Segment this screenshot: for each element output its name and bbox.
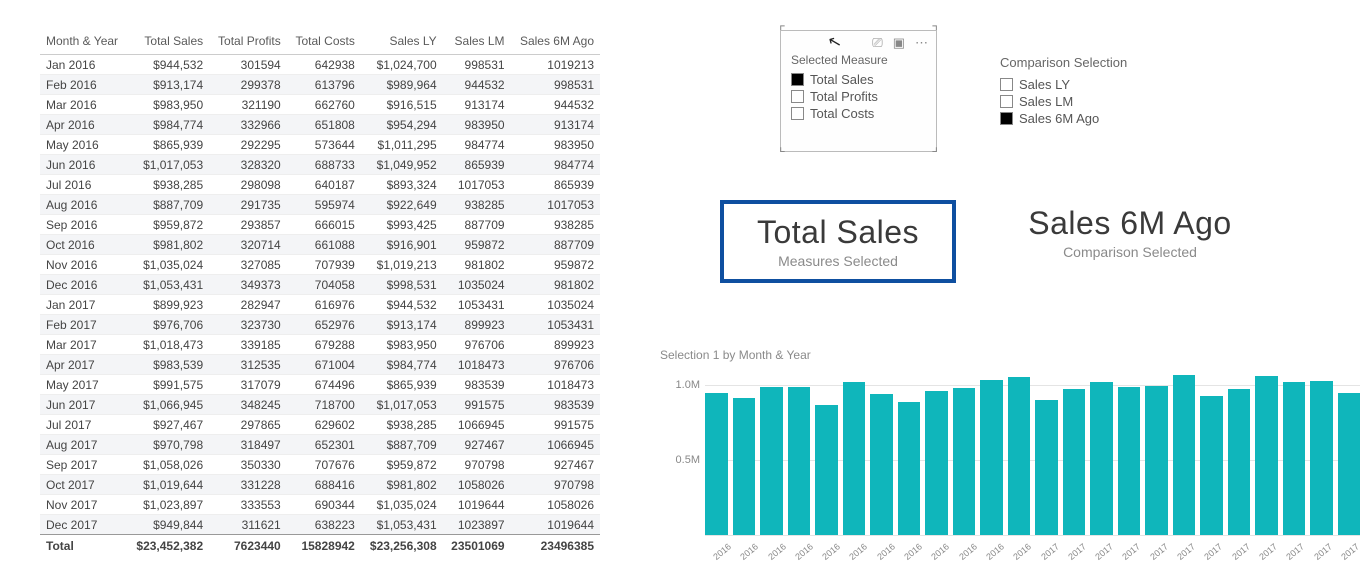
measures-selected-card[interactable]: Total Sales Measures Selected: [720, 200, 956, 283]
table-row[interactable]: Nov 2016$1,035,024327085707939$1,019,213…: [40, 255, 600, 275]
y-axis-tick: 0.5M: [660, 454, 700, 466]
chart-bar[interactable]: [815, 405, 838, 535]
y-axis-tick: 1.0M: [660, 379, 700, 391]
table-row[interactable]: Sep 2016$959,872293857666015$993,4258877…: [40, 215, 600, 235]
table-row[interactable]: Dec 2016$1,053,431349373704058$998,53110…: [40, 275, 600, 295]
table-row[interactable]: Jan 2016$944,532301594642938$1,024,70099…: [40, 55, 600, 75]
table-row[interactable]: Apr 2017$983,539312535671004$984,7741018…: [40, 355, 600, 375]
chart-bar[interactable]: [760, 387, 783, 535]
selection-handle[interactable]: ⌝: [931, 23, 938, 40]
table-row[interactable]: Mar 2017$1,018,473339185679288$983,95097…: [40, 335, 600, 355]
card-label: Measures Selected: [728, 253, 948, 269]
slicer-option[interactable]: Sales LM: [1000, 93, 1190, 110]
slicer-option[interactable]: Total Sales: [791, 71, 926, 88]
table-row[interactable]: Aug 2017$970,798318497652301$887,7099274…: [40, 435, 600, 455]
table-row[interactable]: Jun 2017$1,066,945348245718700$1,017,053…: [40, 395, 600, 415]
total-cell: 23496385: [511, 535, 600, 556]
chart-bar[interactable]: [1063, 389, 1086, 536]
table-row[interactable]: Oct 2017$1,019,644331228688416$981,80210…: [40, 475, 600, 495]
slicer-title: Selected Measure: [781, 51, 936, 71]
bar-chart[interactable]: 0.5M1.0M 2016201620162016201620162016201…: [660, 370, 1360, 570]
table-row[interactable]: Sep 2017$1,058,026350330707676$959,87297…: [40, 455, 600, 475]
chart-bar[interactable]: [1118, 387, 1141, 535]
chart-bar[interactable]: [1035, 400, 1058, 535]
column-header[interactable]: Sales LM: [443, 30, 511, 55]
chart-title: Selection 1 by Month & Year: [660, 348, 811, 362]
table-row[interactable]: Aug 2016$887,709291735595974$922,6499382…: [40, 195, 600, 215]
column-header[interactable]: Month & Year: [40, 30, 127, 55]
checkbox-icon: [791, 90, 804, 103]
selection-handle[interactable]: ⌜: [779, 23, 786, 40]
table-row[interactable]: Jul 2017$927,467297865629602$938,2851066…: [40, 415, 600, 435]
chart-bar[interactable]: [1173, 375, 1196, 535]
table-row[interactable]: Nov 2017$1,023,897333553690344$1,035,024…: [40, 495, 600, 515]
selection-handle[interactable]: ⌟: [931, 138, 938, 155]
total-cell: $23,256,308: [361, 535, 443, 556]
column-header[interactable]: Sales LY: [361, 30, 443, 55]
chart-bar[interactable]: [1090, 382, 1113, 535]
chart-bar[interactable]: [1310, 381, 1333, 535]
focus-mode-icon[interactable]: ▣: [893, 35, 905, 51]
selection-handle[interactable]: ⌞: [779, 138, 786, 155]
chart-bar[interactable]: [1228, 389, 1251, 535]
table-row[interactable]: Feb 2016$913,174299378613796$989,9649445…: [40, 75, 600, 95]
slicer-title: Comparison Selection: [1000, 55, 1190, 70]
slicer-option[interactable]: Sales 6M Ago: [1000, 110, 1190, 127]
table-row[interactable]: Apr 2016$984,774332966651808$954,2949839…: [40, 115, 600, 135]
table-row[interactable]: Jun 2016$1,017,053328320688733$1,049,952…: [40, 155, 600, 175]
total-cell: 23501069: [443, 535, 511, 556]
chart-bar[interactable]: [1200, 396, 1223, 535]
chart-bar[interactable]: [925, 391, 948, 535]
table-row[interactable]: Mar 2016$983,950321190662760$916,5159131…: [40, 95, 600, 115]
chart-bar[interactable]: [898, 402, 921, 535]
table-row[interactable]: May 2017$991,575317079674496$865,9399835…: [40, 375, 600, 395]
total-cell: 15828942: [287, 535, 361, 556]
card-value: Total Sales: [728, 214, 948, 251]
chart-bar[interactable]: [788, 387, 811, 535]
checkbox-icon: [1000, 95, 1013, 108]
table-row[interactable]: Oct 2016$981,802320714661088$916,9019598…: [40, 235, 600, 255]
chart-bar[interactable]: [1283, 382, 1306, 535]
checkbox-icon: [1000, 78, 1013, 91]
chart-bar[interactable]: [870, 394, 893, 535]
checkbox-icon: [791, 73, 804, 86]
chart-bar[interactable]: [733, 398, 756, 535]
chart-bar[interactable]: [1255, 376, 1278, 535]
chart-bar[interactable]: [1338, 393, 1361, 535]
table-row[interactable]: Dec 2017$949,844311621638223$1,053,43110…: [40, 515, 600, 535]
column-header[interactable]: Total Sales: [127, 30, 209, 55]
chart-bar[interactable]: [843, 382, 866, 535]
total-cell: $23,452,382: [127, 535, 209, 556]
slicer-option[interactable]: Total Profits: [791, 88, 926, 105]
column-header[interactable]: Total Costs: [287, 30, 361, 55]
chart-bar[interactable]: [1145, 386, 1168, 535]
card-value: Sales 6M Ago: [1000, 205, 1260, 242]
selected-measure-slicer[interactable]: ⌜ ⌝ ⌞ ⌟ ⎚ ▣ ⋯ Selected Measure Total Sal…: [780, 30, 937, 152]
card-label: Comparison Selected: [1000, 244, 1260, 260]
table-row[interactable]: Feb 2017$976,706323730652976$913,1748999…: [40, 315, 600, 335]
total-cell: Total: [40, 535, 127, 556]
column-header[interactable]: Sales 6M Ago: [511, 30, 600, 55]
table-row[interactable]: May 2016$865,939292295573644$1,011,29598…: [40, 135, 600, 155]
more-options-icon[interactable]: ⋯: [915, 35, 928, 51]
data-table[interactable]: Month & YearTotal SalesTotal ProfitsTota…: [40, 30, 600, 556]
chart-bar[interactable]: [705, 393, 728, 535]
total-cell: 7623440: [209, 535, 287, 556]
chart-bar[interactable]: [980, 380, 1003, 535]
checkbox-icon: [791, 107, 804, 120]
comparison-selection-slicer[interactable]: Comparison Selection Sales LYSales LMSal…: [1000, 55, 1190, 127]
chart-bar[interactable]: [953, 388, 976, 535]
table-row[interactable]: Jan 2017$899,923282947616976$944,5321053…: [40, 295, 600, 315]
slicer-option[interactable]: Total Costs: [791, 105, 926, 122]
slicer-option[interactable]: Sales LY: [1000, 76, 1190, 93]
checkbox-icon: [1000, 112, 1013, 125]
comparison-selected-card[interactable]: Sales 6M Ago Comparison Selected: [1000, 205, 1260, 260]
clear-filter-icon[interactable]: ⎚: [872, 35, 882, 51]
chart-bar[interactable]: [1008, 377, 1031, 535]
table-row[interactable]: Jul 2016$938,285298098640187$893,3241017…: [40, 175, 600, 195]
column-header[interactable]: Total Profits: [209, 30, 287, 55]
